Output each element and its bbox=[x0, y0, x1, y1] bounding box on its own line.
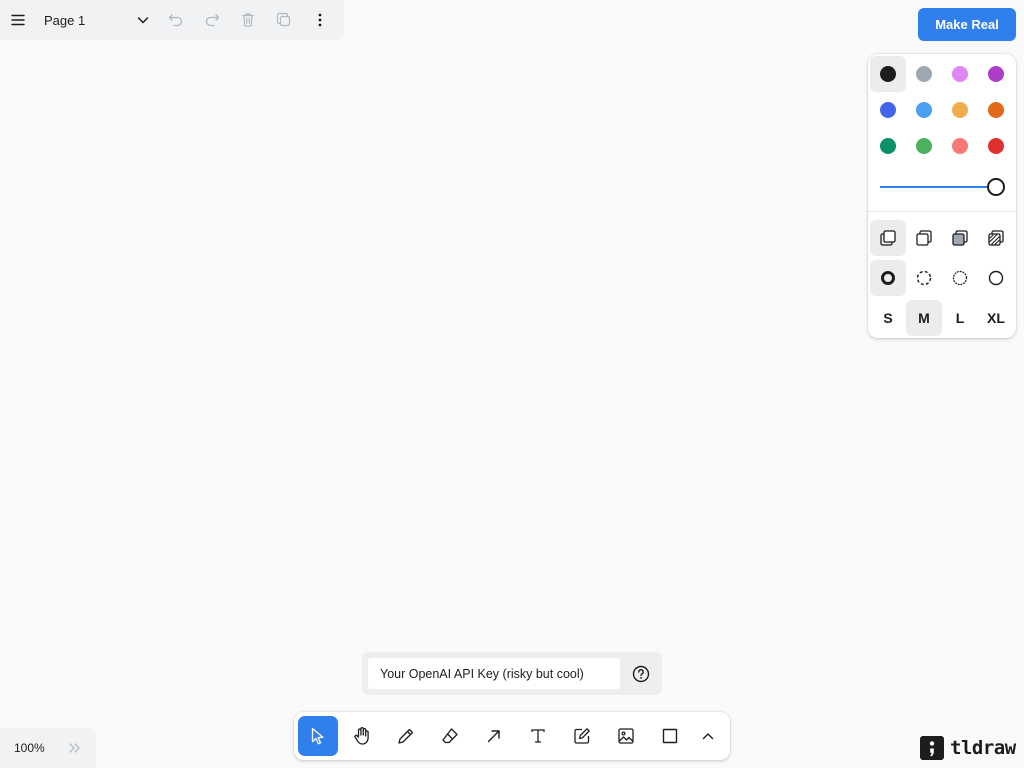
note-icon[interactable] bbox=[562, 716, 602, 756]
color-swatch-light-red[interactable] bbox=[942, 128, 978, 164]
style-panel-divider bbox=[868, 211, 1016, 212]
color-dot bbox=[952, 102, 968, 118]
dash-dotted-icon[interactable] bbox=[942, 260, 978, 296]
color-swatch-light-blue[interactable] bbox=[906, 92, 942, 128]
size-label: XL bbox=[987, 310, 1005, 326]
size-button-m[interactable]: M bbox=[906, 300, 942, 336]
arrow-icon[interactable] bbox=[474, 716, 514, 756]
color-dot bbox=[916, 138, 932, 154]
tldraw-logo[interactable]: tldraw bbox=[920, 736, 1016, 760]
size-label: S bbox=[883, 310, 893, 326]
color-dot bbox=[988, 102, 1004, 118]
color-dot bbox=[880, 102, 896, 118]
color-swatch-light-violet[interactable] bbox=[942, 56, 978, 92]
color-dot bbox=[880, 138, 896, 154]
draw-icon[interactable] bbox=[386, 716, 426, 756]
color-dot bbox=[952, 66, 968, 82]
more-vertical-icon[interactable] bbox=[302, 0, 338, 40]
color-swatch-blue[interactable] bbox=[870, 92, 906, 128]
duplicate-icon[interactable] bbox=[266, 0, 302, 40]
fill-semi-icon[interactable] bbox=[906, 220, 942, 256]
double-chevron-right-icon[interactable] bbox=[60, 728, 90, 768]
undo-icon[interactable] bbox=[158, 0, 194, 40]
color-swatch-orange[interactable] bbox=[978, 92, 1014, 128]
hand-icon[interactable] bbox=[342, 716, 382, 756]
color-swatch-light-green[interactable] bbox=[906, 128, 942, 164]
dash-style-row bbox=[870, 260, 1014, 296]
select-icon[interactable] bbox=[298, 716, 338, 756]
color-swatch-yellow[interactable] bbox=[942, 92, 978, 128]
api-key-panel bbox=[362, 652, 662, 695]
main-toolbar bbox=[294, 712, 730, 760]
color-dot bbox=[988, 138, 1004, 154]
trash-icon[interactable] bbox=[230, 0, 266, 40]
color-dot bbox=[916, 102, 932, 118]
color-swatch-violet[interactable] bbox=[978, 56, 1014, 92]
tldraw-logo-text: tldraw bbox=[950, 737, 1016, 759]
page-menu-button[interactable]: Page 1 bbox=[36, 0, 158, 40]
zoom-level[interactable]: 100% bbox=[0, 741, 60, 755]
dash-dashed-icon[interactable] bbox=[906, 260, 942, 296]
make-real-button[interactable]: Make Real bbox=[918, 8, 1016, 41]
dash-solid-icon[interactable] bbox=[978, 260, 1014, 296]
rectangle-icon[interactable] bbox=[650, 716, 690, 756]
text-icon[interactable] bbox=[518, 716, 558, 756]
tldraw-logo-mark bbox=[920, 736, 944, 760]
color-dot bbox=[916, 66, 932, 82]
color-dot bbox=[952, 138, 968, 154]
eraser-icon[interactable] bbox=[430, 716, 470, 756]
size-button-l[interactable]: L bbox=[942, 300, 978, 336]
color-swatch-red[interactable] bbox=[978, 128, 1014, 164]
chevron-up-icon[interactable] bbox=[694, 716, 722, 756]
size-label: L bbox=[955, 310, 965, 326]
help-icon[interactable] bbox=[626, 658, 656, 689]
fill-pattern-icon[interactable] bbox=[978, 220, 1014, 256]
size-row: S M L XL bbox=[870, 300, 1014, 336]
opacity-slider-track bbox=[880, 186, 996, 188]
api-key-input[interactable] bbox=[368, 658, 620, 689]
fill-style-row bbox=[870, 220, 1014, 256]
fill-none-icon[interactable] bbox=[870, 220, 906, 256]
size-button-xl[interactable]: XL bbox=[978, 300, 1014, 336]
color-swatch-black[interactable] bbox=[870, 56, 906, 92]
size-label: M bbox=[918, 310, 930, 326]
color-dot bbox=[880, 66, 896, 82]
dash-draw-icon[interactable] bbox=[870, 260, 906, 296]
redo-icon[interactable] bbox=[194, 0, 230, 40]
image-icon[interactable] bbox=[606, 716, 646, 756]
chevron-down-icon bbox=[137, 17, 149, 24]
fill-solid-icon[interactable] bbox=[942, 220, 978, 256]
color-picker bbox=[870, 56, 1014, 164]
style-panel: S M L XL bbox=[868, 54, 1016, 338]
color-dot bbox=[988, 66, 1004, 82]
page-name: Page 1 bbox=[44, 12, 86, 28]
color-swatch-grey[interactable] bbox=[906, 56, 942, 92]
zoom-panel: 100% bbox=[0, 728, 96, 768]
color-swatch-green[interactable] bbox=[870, 128, 906, 164]
opacity-slider[interactable] bbox=[880, 178, 1006, 196]
size-button-s[interactable]: S bbox=[870, 300, 906, 336]
opacity-slider-thumb[interactable] bbox=[987, 178, 1005, 196]
hamburger-menu-icon[interactable] bbox=[0, 0, 36, 40]
main-menu-panel: Page 1 bbox=[0, 0, 344, 40]
